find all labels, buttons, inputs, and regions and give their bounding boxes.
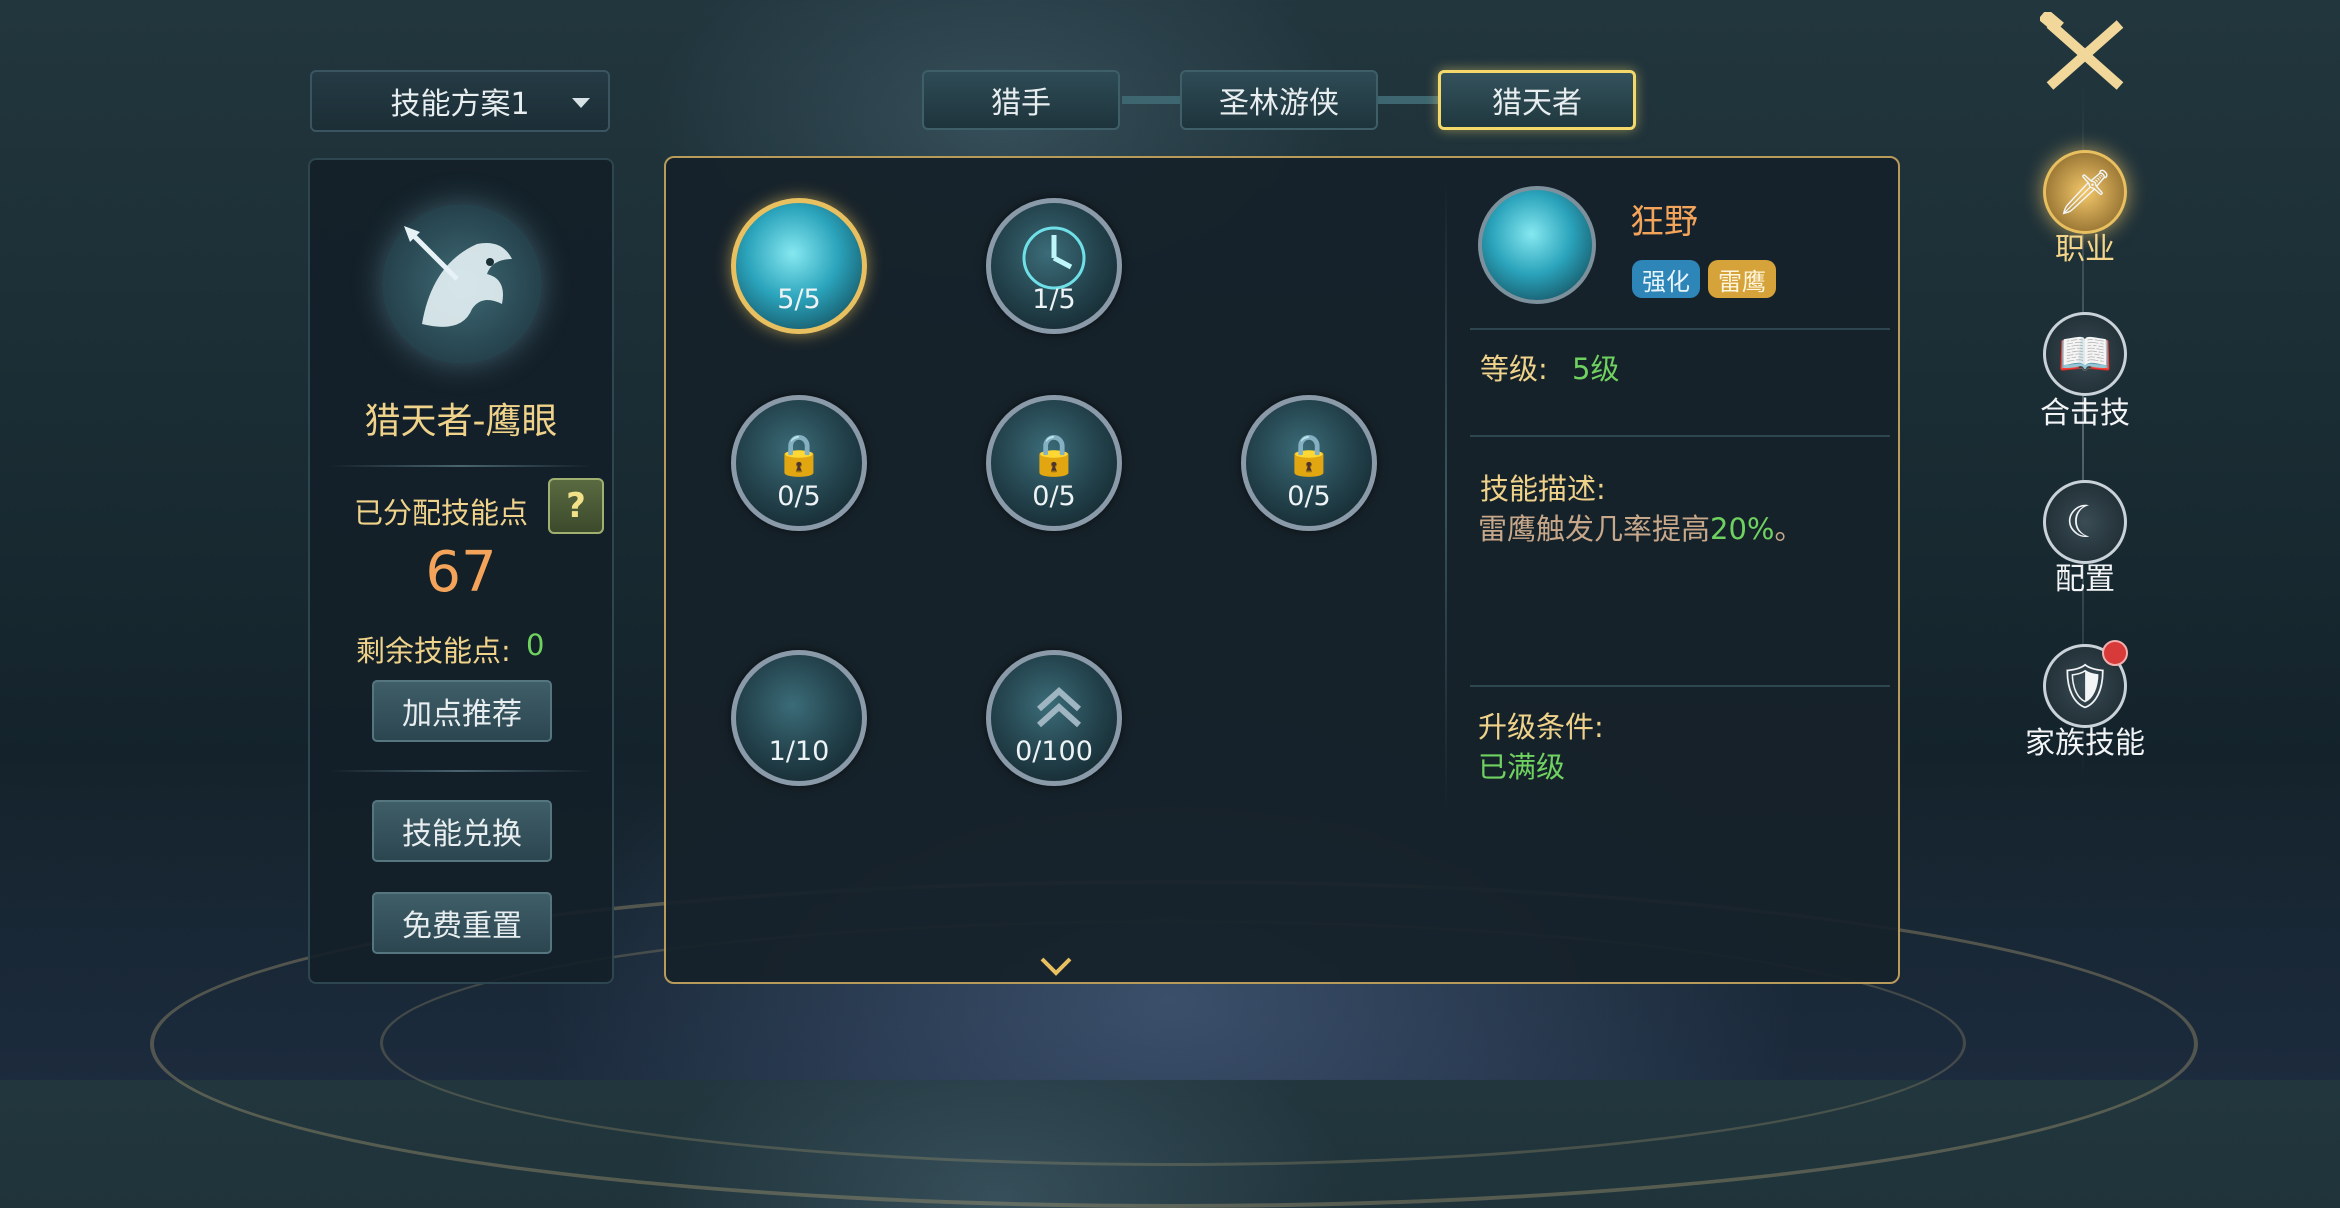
upgrade-label: 升级条件: — [1478, 710, 1604, 744]
tab-label: 猎手 — [991, 86, 1051, 121]
skill-node-locked-1[interactable]: 🔒 0/5 — [731, 395, 867, 531]
tag-enhance: 强化 — [1632, 260, 1700, 298]
eagle-emblem-icon — [382, 204, 542, 364]
allocated-points-label: 已分配技能点 — [354, 496, 529, 530]
nav-family-skill[interactable]: 🛡 家族技能 — [2025, 640, 2145, 764]
nav-family-label: 家族技能 — [2025, 726, 2145, 761]
nav-class-label: 职业 — [2055, 232, 2115, 267]
nav-combo-skill[interactable]: 📖 合击技 — [2030, 312, 2140, 432]
close-swords-icon[interactable] — [2040, 12, 2130, 96]
free-reset-button[interactable]: 免费重置 — [372, 892, 552, 954]
tab-label: 猎天者 — [1492, 86, 1582, 121]
tab-connector — [1378, 96, 1440, 104]
skill-node-locked-2[interactable]: 🔒 0/5 — [986, 395, 1122, 531]
skill-level-count: 0/5 — [1032, 481, 1076, 512]
tab-sky-hunter[interactable]: 猎天者 — [1438, 70, 1636, 130]
chevron-down-icon[interactable] — [1038, 955, 1074, 979]
level-value: 5级 — [1572, 352, 1620, 386]
skill-detail-icon — [1478, 186, 1596, 304]
skill-node-clock[interactable]: 1/5 — [986, 198, 1122, 334]
level-label: 等级: — [1480, 352, 1548, 386]
class-name: 猎天者-鹰眼 — [364, 401, 558, 442]
skill-exchange-button[interactable]: 技能兑换 — [372, 800, 552, 862]
divider — [1470, 685, 1890, 687]
remaining-points-value: 0 — [526, 628, 545, 662]
description-body: 雷鹰触发几率提高 — [1478, 512, 1711, 546]
skill-level-count: 0/5 — [1287, 481, 1331, 512]
skill-node-rank-up[interactable]: 0/100 — [986, 650, 1122, 786]
clock-icon — [1022, 226, 1086, 290]
allocated-points-value: 67 — [425, 540, 497, 605]
tab-connector — [1122, 96, 1182, 104]
book-icon: 📖 — [2043, 312, 2127, 396]
upgrade-value: 已满级 — [1478, 750, 1566, 784]
help-button[interactable]: ? — [548, 478, 604, 534]
tag-thunder-hawk: 雷鹰 — [1708, 260, 1776, 298]
notification-badge — [2102, 640, 2128, 666]
button-label: 技能兑换 — [402, 817, 522, 852]
tab-forest-ranger[interactable]: 圣林游侠 — [1180, 70, 1378, 130]
remaining-points-label: 剩余技能点: — [356, 634, 511, 668]
tab-label: 圣林游侠 — [1219, 86, 1339, 121]
divider — [1470, 328, 1890, 330]
recommend-button[interactable]: 加点推荐 — [372, 680, 552, 742]
divider — [1470, 435, 1890, 437]
skill-level-count: 5/5 — [777, 284, 821, 315]
double-chevron-up-icon — [1036, 686, 1082, 728]
skill-node-wild[interactable]: 5/5 — [731, 198, 867, 334]
description-text: 雷鹰触发几率提高20%。 — [1478, 506, 1804, 548]
skill-node-forest[interactable]: 1/10 — [731, 650, 867, 786]
divider — [330, 465, 592, 467]
divider — [1445, 180, 1447, 810]
lock-icon: 🔒 — [1029, 432, 1079, 479]
skill-level-count: 0/100 — [1015, 736, 1093, 767]
description-label: 技能描述: — [1480, 472, 1606, 506]
skill-level-count: 1/5 — [1032, 284, 1076, 315]
lock-icon: 🔒 — [774, 432, 824, 479]
nav-combo-label: 合击技 — [2040, 396, 2130, 431]
skill-plan-dropdown[interactable]: 技能方案1 — [310, 70, 610, 132]
question-icon: ? — [566, 486, 586, 526]
skill-node-locked-3[interactable]: 🔒 0/5 — [1241, 395, 1377, 531]
button-label: 加点推荐 — [402, 697, 522, 732]
chevron-down-icon — [572, 98, 590, 108]
lock-icon: 🔒 — [1284, 432, 1334, 479]
skill-plan-label: 技能方案1 — [390, 87, 530, 122]
button-label: 免费重置 — [402, 909, 522, 944]
divider — [330, 770, 592, 772]
moon-star-icon: ☾ — [2043, 480, 2127, 564]
class-info-panel: 猎天者-鹰眼 已分配技能点 ? 67 剩余技能点: 0 加点推荐 技能兑换 免费… — [308, 158, 614, 984]
sword-emblem-icon: 🗡 — [2043, 150, 2127, 234]
description-end: 。 — [1774, 512, 1804, 546]
tab-hunter[interactable]: 猎手 — [922, 70, 1120, 130]
nav-config[interactable]: ☾ 配置 — [2030, 480, 2140, 600]
nav-class[interactable]: 🗡 职业 — [2030, 150, 2140, 270]
skill-level-count: 0/5 — [777, 481, 821, 512]
nav-config-label: 配置 — [2055, 562, 2115, 597]
skill-detail-name: 狂野 — [1630, 202, 1698, 242]
skill-level-count: 1/10 — [768, 736, 830, 767]
description-highlight: 20% — [1710, 512, 1775, 546]
